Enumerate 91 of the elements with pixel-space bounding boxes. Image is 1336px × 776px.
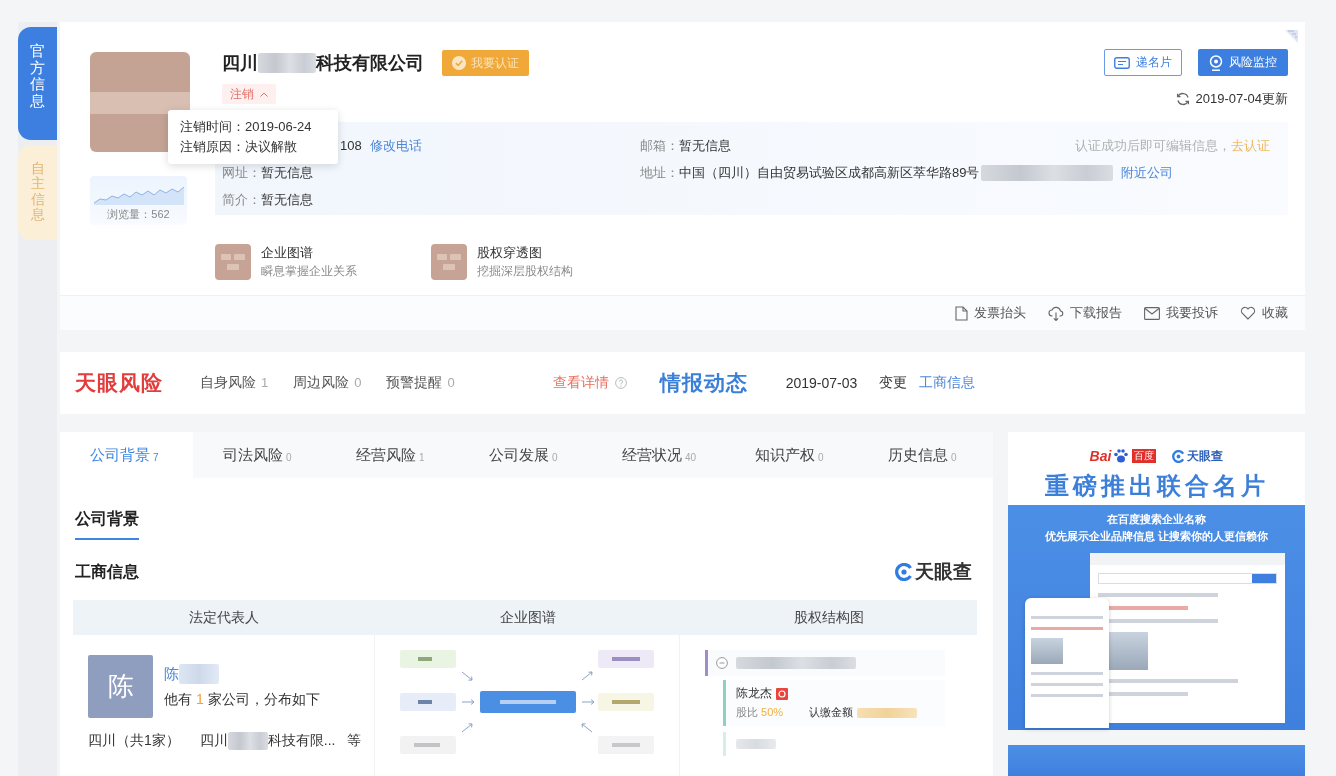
diagram-node (598, 650, 654, 668)
share-ratio-text: 股比 50% (736, 705, 784, 720)
ad-tagline: 优先展示企业品牌信息 让搜索你的人更信赖你 (1043, 529, 1270, 544)
blurred-patch (179, 664, 219, 684)
subsection-heading: 工商信息 (75, 561, 139, 582)
company-name-text: 四川 (222, 52, 258, 75)
document-icon (955, 305, 968, 321)
brand-logo-text: 天眼查 (915, 560, 972, 584)
news-type-text: 变更 (879, 374, 908, 392)
phone-number-text: 108 (340, 138, 362, 153)
section-heading: 公司背景 (75, 508, 139, 540)
eye-logo-icon (1172, 449, 1186, 463)
webcam-icon (1209, 54, 1223, 71)
logo-tile-icon (431, 244, 467, 280)
cloud-download-icon (1048, 305, 1064, 321)
risk-count-link[interactable]: 周边风险 0 (293, 374, 362, 392)
views-count-text: 浏览量：562 (107, 207, 170, 221)
envelope-icon (1144, 306, 1160, 320)
diagram-node (400, 650, 456, 668)
risk-logo-text: 天眼风险 (75, 370, 163, 396)
diagram-node (598, 693, 654, 711)
logo-tile-icon (215, 244, 251, 280)
company-link[interactable]: 四川 (199, 732, 228, 750)
send-card-button[interactable]: 递名片 (1104, 49, 1182, 76)
invoice-title-link[interactable]: 发票抬头 (955, 304, 1026, 322)
news-date-text: 2019-07-03 (785, 375, 858, 391)
verify-hint-text: 认证成功后即可编辑信息， (1075, 136, 1231, 155)
address-label: 地址： (640, 163, 679, 182)
paw-icon (1113, 448, 1130, 464)
shareholder-name-text: 陈龙杰 (736, 685, 772, 702)
diagram-arrow (581, 723, 593, 733)
diagram-arrow (581, 699, 595, 705)
diagram-arrow (581, 671, 593, 681)
diagram-node (400, 736, 456, 754)
help-icon[interactable] (614, 377, 627, 389)
diagram-arrow (461, 699, 475, 705)
intro-text: 简介：暂无信息 (222, 190, 313, 209)
tree-root-row[interactable] (705, 650, 945, 676)
diagram-arrow (461, 671, 473, 681)
nearby-companies-link[interactable]: 附近公司 (1121, 163, 1174, 182)
blurred-patch (258, 53, 316, 73)
blurred-patch (857, 707, 918, 718)
website-text: 网址：暂无信息 (222, 163, 313, 182)
eye-logo-icon (895, 563, 913, 581)
edit-phone-link[interactable]: 修改电话 (369, 136, 422, 155)
heart-icon (1240, 306, 1256, 320)
news-logo-text: 情报动态 (659, 370, 748, 396)
diagram-arrow (461, 723, 473, 733)
refresh-icon[interactable] (1175, 92, 1190, 106)
blurred-patch (227, 732, 268, 750)
diagram-node (598, 736, 654, 754)
address-text: 中国（四川）自由贸易试验区成都高新区萃华路89号 (679, 163, 980, 182)
company-name-text: 科技有限公司 (316, 52, 424, 75)
update-date-text: 2019-07-04更新 (1195, 90, 1288, 108)
subscribed-amount-label: 认缴金额 (809, 705, 854, 720)
column-header: 企业图谱 (498, 608, 557, 627)
tooltip-text: 注销原因：决议解散 (180, 138, 298, 156)
avatar-tile: 陈 (88, 655, 153, 718)
collapse-icon[interactable] (716, 657, 728, 669)
corner-fold-icon[interactable] (1283, 28, 1300, 45)
feature-link[interactable]: 股权穿透图 挖掘深层股权结构 (431, 244, 647, 280)
diagram-node (400, 693, 456, 711)
risk-monitor-button[interactable]: 风险监控 (1198, 49, 1288, 76)
email-text: 邮箱：暂无信息 (640, 136, 731, 155)
risk-count-link[interactable]: 预警提醒 0 (386, 374, 455, 392)
etc-text: 等 (347, 732, 362, 750)
ad-tagline: 在百度搜索企业名称 (1106, 512, 1207, 527)
ad-strip[interactable] (1008, 745, 1305, 776)
company-link[interactable]: 科技有限... (267, 732, 336, 750)
card-icon (1114, 56, 1130, 69)
sidebar-tab[interactable]: 官方信息 (18, 27, 57, 140)
ad-headline: 重磅推出联合名片 (1044, 471, 1269, 501)
baidu-logo-text: Bai (1089, 448, 1112, 464)
tooltip-text: 注销时间：2019-06-24 (180, 118, 313, 136)
representative-name-link[interactable]: 陈 (164, 664, 179, 684)
complaint-link[interactable]: 我要投诉 (1144, 304, 1218, 322)
seal-badge-icon (776, 687, 788, 700)
column-header: 股权结构图 (792, 608, 865, 627)
download-report-link[interactable]: 下载报告 (1048, 304, 1122, 322)
region-text: 四川（共1家） (88, 732, 180, 750)
baidu-logo-text: 百度 (1132, 449, 1157, 463)
partner-logo-text: 天眼查 (1187, 447, 1224, 465)
blurred-patch (736, 739, 776, 749)
check-circle-icon (452, 56, 466, 70)
column-header: 法定代表人 (188, 608, 260, 627)
business-info-link[interactable]: 工商信息 (919, 374, 976, 392)
favorite-link[interactable]: 收藏 (1240, 304, 1288, 322)
company-count-text: 他有 1 家公司，分布如下 (164, 691, 320, 709)
feature-link[interactable]: 企业图谱 瞬息掌握企业关系 (215, 244, 431, 280)
ad-banner[interactable]: Bai 百度 天眼查 重磅推出联合名片 在百度搜索企业名称 优先展示企业品牌信息 让搜索你的人更信赖你 (1008, 432, 1305, 730)
risk-count-link[interactable]: 自身风险 1 (200, 374, 269, 392)
